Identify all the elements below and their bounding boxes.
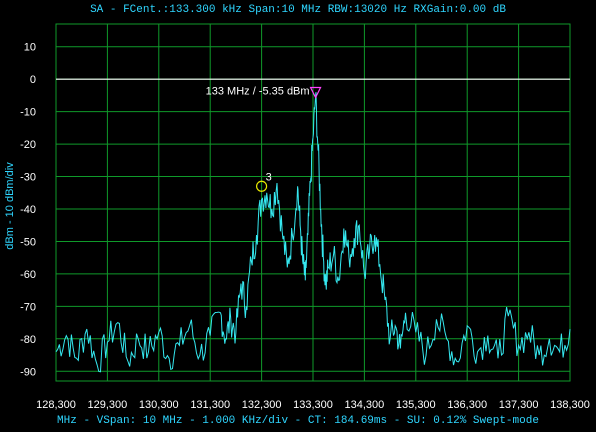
y-tick-label: 0 bbox=[30, 74, 36, 86]
marker-3-label: 3 bbox=[266, 171, 272, 183]
y-tick-label: -20 bbox=[20, 139, 36, 151]
y-tick-labels: 10 0 -10 -20 -30 -40 -50 -60 -70 -80 -90 bbox=[20, 42, 36, 379]
y-tick-label: -60 bbox=[20, 269, 36, 281]
x-tick-label: 137,300 bbox=[499, 399, 539, 411]
y-tick-label: -30 bbox=[20, 172, 36, 184]
status-footer: MHz - VSpan: 10 MHz - 1.000 KHz/div - CT… bbox=[57, 415, 539, 427]
peak-marker-label: 133 MHz / -5.35 dBm bbox=[206, 86, 310, 98]
y-tick-label: -70 bbox=[20, 301, 36, 313]
y-tick-label: -10 bbox=[20, 107, 36, 119]
y-tick-label: -80 bbox=[20, 334, 36, 346]
x-tick-label: 138,300 bbox=[550, 399, 590, 411]
x-tick-label: 133,300 bbox=[293, 399, 333, 411]
y-tick-label: -40 bbox=[20, 204, 36, 216]
x-tick-label: 128,300 bbox=[36, 399, 76, 411]
y-tick-label: 10 bbox=[24, 42, 36, 54]
spectrum-plot[interactable]: 133 MHz / -5.35 dBm 3 128,300 129,300 130,3… bbox=[0, 0, 596, 432]
x-tick-label: 129,300 bbox=[88, 399, 128, 411]
x-tick-label: 135,300 bbox=[396, 399, 436, 411]
y-tick-label: -50 bbox=[20, 236, 36, 248]
x-tick-label: 130,300 bbox=[139, 399, 179, 411]
grid bbox=[55, 23, 571, 382]
markers[interactable]: 133 MHz / -5.35 dBm 3 bbox=[206, 86, 322, 192]
x-tick-label: 131,300 bbox=[190, 399, 230, 411]
x-tick-label: 136,300 bbox=[447, 399, 487, 411]
y-tick-label: -90 bbox=[20, 366, 36, 378]
x-tick-label: 134,300 bbox=[345, 399, 385, 411]
x-tick-labels: 128,300 129,300 130,300 131,300 132,300 133,3… bbox=[36, 399, 590, 411]
x-tick-label: 132,300 bbox=[242, 399, 282, 411]
